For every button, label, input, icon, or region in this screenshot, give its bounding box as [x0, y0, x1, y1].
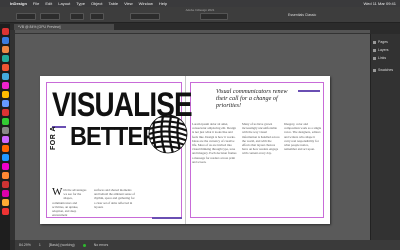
body-column-right-1[interactable]: Lorem ipsum dolor sit amet, consectetur …: [192, 122, 238, 218]
body-column-left-2[interactable]: surfaces and shared moments and behold t…: [94, 188, 136, 216]
dock-app-icon[interactable]: [1, 91, 9, 98]
dock-app-icon[interactable]: [1, 199, 9, 206]
menu-type[interactable]: Type: [76, 1, 85, 6]
panel-label: Pages: [378, 40, 388, 44]
menu-app-name[interactable]: InDesign: [10, 1, 27, 6]
links-icon: [373, 56, 376, 60]
fill-stroke-controls[interactable]: [130, 13, 160, 20]
dock-app-icon[interactable]: [1, 118, 9, 125]
panel-links[interactable]: Links: [371, 54, 400, 62]
dock-app-icon[interactable]: [1, 190, 9, 197]
dock-app-icon[interactable]: [1, 136, 9, 143]
width-field[interactable]: [40, 13, 60, 20]
body-column-right-3[interactable]: Imagery, color and composition work as a…: [284, 122, 322, 218]
panel-pages[interactable]: Pages: [371, 38, 400, 46]
preflight-status-icon: [82, 243, 86, 247]
dock-app-icon[interactable]: [1, 46, 9, 53]
x-position-field[interactable]: [16, 13, 36, 20]
pages-icon: [373, 40, 376, 44]
dock: [0, 24, 10, 250]
scale-field[interactable]: [70, 13, 84, 20]
dock-app-icon[interactable]: [1, 82, 9, 89]
page-number[interactable]: 1: [39, 243, 41, 247]
preflight-status[interactable]: No errors: [94, 243, 109, 247]
control-bar: Adobe InDesign 2021 Essentials Classic: [0, 7, 400, 23]
stroke-weight-field[interactable]: [200, 13, 228, 20]
panel-label: Links: [378, 56, 387, 60]
dock-app-icon[interactable]: [1, 100, 9, 107]
striped-globe-graphic[interactable]: [148, 114, 188, 154]
accent-bar: [152, 217, 182, 219]
dock-app-icon[interactable]: [1, 127, 9, 134]
dock-app-icon[interactable]: [1, 109, 9, 116]
layers-icon: [373, 48, 376, 52]
headline-better[interactable]: BETTER: [70, 123, 159, 149]
swatches-icon: [373, 68, 376, 72]
accent-bar: [298, 90, 320, 92]
window-title: Adobe InDesign 2021: [185, 8, 215, 12]
screen: InDesign File Edit Layout Type Object Ta…: [0, 0, 400, 250]
menu-window[interactable]: Window: [139, 1, 153, 6]
menu-view[interactable]: View: [124, 1, 133, 6]
body-column-right-2[interactable]: Many of us have grown increasingly uncom…: [242, 122, 280, 218]
menu-table[interactable]: Table: [109, 1, 119, 6]
zoom-level[interactable]: 84.29%: [19, 243, 31, 247]
dock-app-icon[interactable]: [1, 73, 9, 80]
dock-app-icon[interactable]: [1, 181, 9, 188]
dock-app-icon[interactable]: [1, 163, 9, 170]
menu-file[interactable]: File: [33, 1, 39, 6]
document-spread[interactable]: VISUALISE FOR A BETTER W ith the advanta…: [40, 76, 330, 224]
panel-swatches[interactable]: Swatches: [371, 66, 400, 74]
dock-app-icon[interactable]: [1, 64, 9, 71]
menu-object[interactable]: Object: [91, 1, 103, 6]
menu-help[interactable]: Help: [159, 1, 167, 6]
dock-app-icon[interactable]: [1, 154, 9, 161]
dock-app-icon[interactable]: [1, 145, 9, 152]
drop-cap: W: [52, 188, 63, 198]
body-column-left-1[interactable]: With the advantages we see for the shape…: [52, 188, 90, 216]
panel-label: Layers: [378, 48, 389, 52]
panel-label: Swatches: [378, 68, 394, 72]
headline-for-a[interactable]: FOR A: [50, 126, 57, 150]
panel-layers[interactable]: Layers: [371, 46, 400, 54]
dock-app-icon[interactable]: [1, 28, 9, 35]
style-status[interactable]: [Basic] (working): [49, 243, 75, 247]
pull-quote[interactable]: Visual communicators renew their call fo…: [216, 88, 296, 109]
panels-dock: Pages Layers Links Swatches: [370, 34, 400, 240]
dock-app-icon[interactable]: [1, 208, 9, 215]
menu-layout[interactable]: Layout: [58, 1, 70, 6]
dock-app-icon[interactable]: [1, 55, 9, 62]
menu-edit[interactable]: Edit: [45, 1, 52, 6]
rotate-field[interactable]: [90, 13, 104, 20]
dock-app-icon[interactable]: [1, 172, 9, 179]
workspace-switcher[interactable]: Essentials Classic: [288, 13, 316, 17]
dock-app-icon[interactable]: [1, 37, 9, 44]
status-bar: 84.29% 1 [Basic] (working) No errors: [15, 240, 400, 250]
menu-clock[interactable]: Wed 11 Mar 09:41: [363, 1, 396, 6]
menu-bar: InDesign File Edit Layout Type Object Ta…: [0, 0, 400, 7]
